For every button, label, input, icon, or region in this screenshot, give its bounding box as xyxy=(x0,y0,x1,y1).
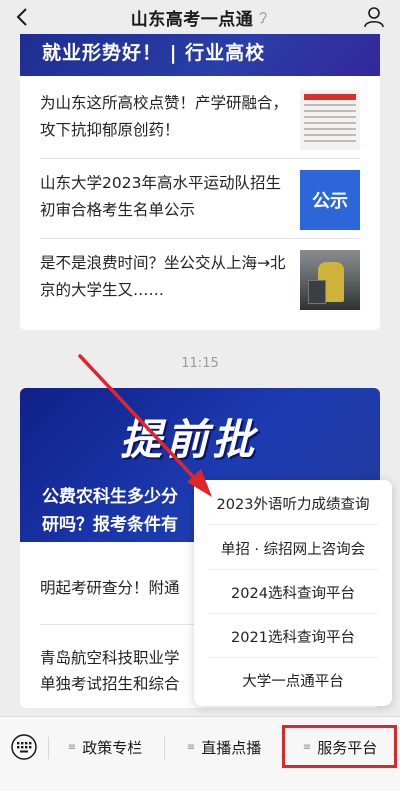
banner-text: 就业形势好！ | 行业高校 xyxy=(42,42,266,64)
divider xyxy=(40,158,360,159)
page-title: 山东高考一点通 xyxy=(130,9,254,30)
menu-divider xyxy=(208,613,378,614)
chevron-left-icon[interactable] xyxy=(12,6,34,28)
article-title: 山东大学2023年高水平运动队招生初审合格考生名单公示 xyxy=(40,174,281,219)
article-item[interactable]: 是不是浪费时间？坐公交从上海→北京的大学生又…… xyxy=(40,250,360,310)
menu-item[interactable]: 2023外语听力成绩查询 xyxy=(194,482,392,524)
menu-item[interactable]: 2021选科查询平台 xyxy=(194,615,392,657)
article-item[interactable]: 山东大学2023年高水平运动队招生初审合格考生名单公示 公示 xyxy=(40,170,360,230)
article-title: 是不是浪费时间？坐公交从上海→北京的大学生又…… xyxy=(40,254,286,299)
message-timestamp: 11:15 xyxy=(181,356,219,371)
menu-item[interactable]: 2024选科查询平台 xyxy=(194,571,392,613)
header-bar: 山东高考一点通 xyxy=(0,0,400,34)
tab-divider xyxy=(164,737,165,759)
menu-item[interactable]: 单招 · 综招网上咨询会 xyxy=(194,527,392,569)
article-title: 为山东这所高校点赞！产学研融合，攻下抗抑郁原创药！ xyxy=(40,94,289,139)
menu-divider xyxy=(208,524,378,525)
article-card-1: 就业形势好！ | 行业高校 为山东这所高校点赞！产学研融合，攻下抗抑郁原创药！ … xyxy=(20,20,380,330)
menu-item[interactable]: 大学一点通平台 xyxy=(194,659,392,701)
hero-headline: 研吗？报考条件有 xyxy=(42,515,178,535)
article-thumbnail xyxy=(300,250,360,310)
article-item[interactable]: 明起考研查分！附通 xyxy=(40,576,180,598)
hero-title: 提前批 xyxy=(120,415,259,464)
menu-lines-icon: ≡ xyxy=(186,741,196,753)
user-icon[interactable] xyxy=(362,5,386,29)
tab-label: 政策专栏 xyxy=(82,738,143,757)
menu-divider xyxy=(208,569,378,570)
ear-icon xyxy=(259,12,267,24)
highlight-box xyxy=(282,725,397,768)
keyboard-icon[interactable] xyxy=(11,734,37,760)
service-menu-popup: 2023外语听力成绩查询 单招 · 综招网上咨询会 2024选科查询平台 202… xyxy=(194,480,392,706)
thumbnail-label: 公示 xyxy=(312,191,348,212)
tab-label: 直播点播 xyxy=(201,738,262,757)
tab-divider xyxy=(48,737,49,759)
article-thumbnail: 公示 xyxy=(300,170,360,230)
menu-lines-icon: ≡ xyxy=(67,741,77,753)
hero-headline: 公费农科生多少分 xyxy=(42,487,178,507)
tab-policy[interactable]: ≡ 政策专栏 xyxy=(50,727,160,767)
tab-live[interactable]: ≡ 直播点播 xyxy=(166,727,282,767)
menu-divider xyxy=(208,657,378,658)
article-item[interactable]: 青岛航空科技职业学 xyxy=(40,646,180,668)
article-item[interactable]: 单独考试招生和综合 xyxy=(40,672,180,694)
article-thumbnail xyxy=(300,90,360,150)
article-item[interactable]: 为山东这所高校点赞！产学研融合，攻下抗抑郁原创药！ xyxy=(40,90,360,150)
divider xyxy=(40,238,360,239)
